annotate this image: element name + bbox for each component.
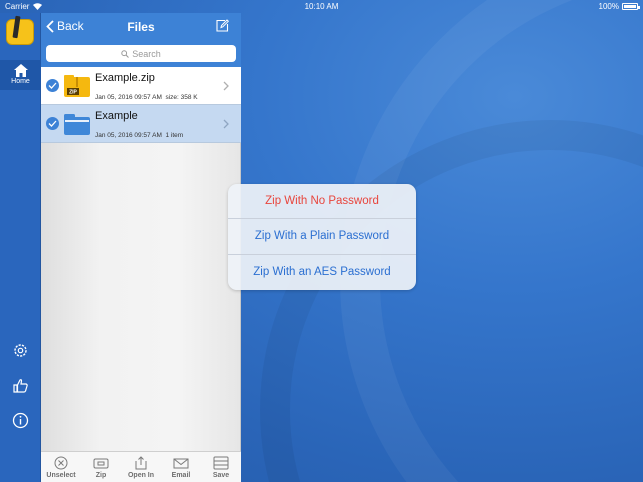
search-input[interactable]: Search — [46, 45, 236, 62]
navigation-bar: Back Files — [41, 13, 241, 41]
battery-percent: 100% — [598, 2, 619, 11]
search-placeholder: Search — [132, 48, 161, 59]
search-bar: Search — [41, 41, 241, 67]
open-in-button[interactable]: Open In — [121, 452, 161, 482]
bottom-toolbar: Unselect Zip Open In Email Save — [41, 451, 241, 482]
list-item[interactable]: Example Jan 05, 2016 09:57 AM 1 item — [41, 105, 241, 143]
sidebar-rail: Home — [0, 13, 41, 482]
file-date: Jan 05, 2016 09:57 AM — [95, 132, 162, 139]
home-icon — [13, 64, 28, 77]
zip-label: Zip — [95, 472, 107, 479]
list-item[interactable]: ZIP Example.zip Jan 05, 2016 09:57 AM si… — [41, 67, 241, 105]
battery-icon — [622, 3, 640, 10]
chevron-right-icon — [223, 119, 229, 129]
file-list: ZIP Example.zip Jan 05, 2016 09:57 AM si… — [41, 67, 241, 143]
envelope-icon — [173, 458, 189, 469]
zip-no-password-option[interactable]: Zip With No Password — [228, 184, 416, 220]
file-detail: size: 358 K — [165, 94, 198, 101]
home-label: Home — [11, 78, 30, 85]
chevron-right-icon — [223, 81, 229, 91]
zip-options-menu: Zip With No Password Zip With a Plain Pa… — [228, 184, 416, 290]
file-meta: Jan 05, 2016 09:57 AM 1 item — [95, 132, 183, 139]
file-meta: Jan 05, 2016 09:57 AM size: 358 K — [95, 94, 198, 101]
email-button[interactable]: Email — [161, 452, 201, 482]
info-icon[interactable] — [12, 412, 29, 429]
close-circle-icon — [54, 456, 68, 470]
zip-file-icon: ZIP — [64, 75, 90, 97]
app-logo-icon — [6, 15, 34, 45]
svg-text:ZIP: ZIP — [69, 90, 77, 96]
file-date: Jan 05, 2016 09:57 AM — [95, 94, 162, 101]
checkmark-icon[interactable] — [46, 79, 59, 92]
file-name: Example.zip — [95, 72, 155, 84]
sidebar-item-home[interactable]: Home — [0, 60, 41, 90]
zip-button[interactable]: Zip — [81, 452, 121, 482]
files-panel: Back Files Search ZIP Example.zip Jan 05… — [41, 13, 241, 482]
thumbs-up-icon[interactable] — [12, 377, 29, 394]
zip-aes-password-option[interactable]: Zip With an AES Password — [228, 255, 416, 290]
zip-icon — [93, 458, 109, 469]
save-icon — [213, 456, 229, 470]
email-label: Email — [171, 472, 191, 479]
compose-icon — [216, 19, 230, 32]
page-title: Files — [127, 20, 155, 34]
unselect-button[interactable]: Unselect — [41, 452, 81, 482]
save-label: Save — [212, 472, 230, 479]
wifi-icon — [33, 3, 43, 10]
share-icon — [135, 456, 147, 470]
file-name: Example — [95, 110, 138, 122]
status-bar: Carrier 10:10 AM 100% — [0, 0, 643, 13]
save-button[interactable]: Save — [201, 452, 241, 482]
open-in-label: Open In — [127, 472, 155, 479]
carrier-label: Carrier — [5, 2, 30, 11]
zip-plain-password-option[interactable]: Zip With a Plain Password — [228, 219, 416, 255]
compose-button[interactable] — [216, 19, 230, 37]
gear-icon[interactable] — [12, 342, 29, 359]
unselect-label: Unselect — [46, 472, 76, 479]
search-icon — [121, 49, 130, 58]
folder-icon — [64, 114, 90, 135]
file-detail: 1 item — [165, 132, 184, 139]
checkmark-icon[interactable] — [46, 117, 59, 130]
status-time: 10:10 AM — [304, 2, 339, 11]
